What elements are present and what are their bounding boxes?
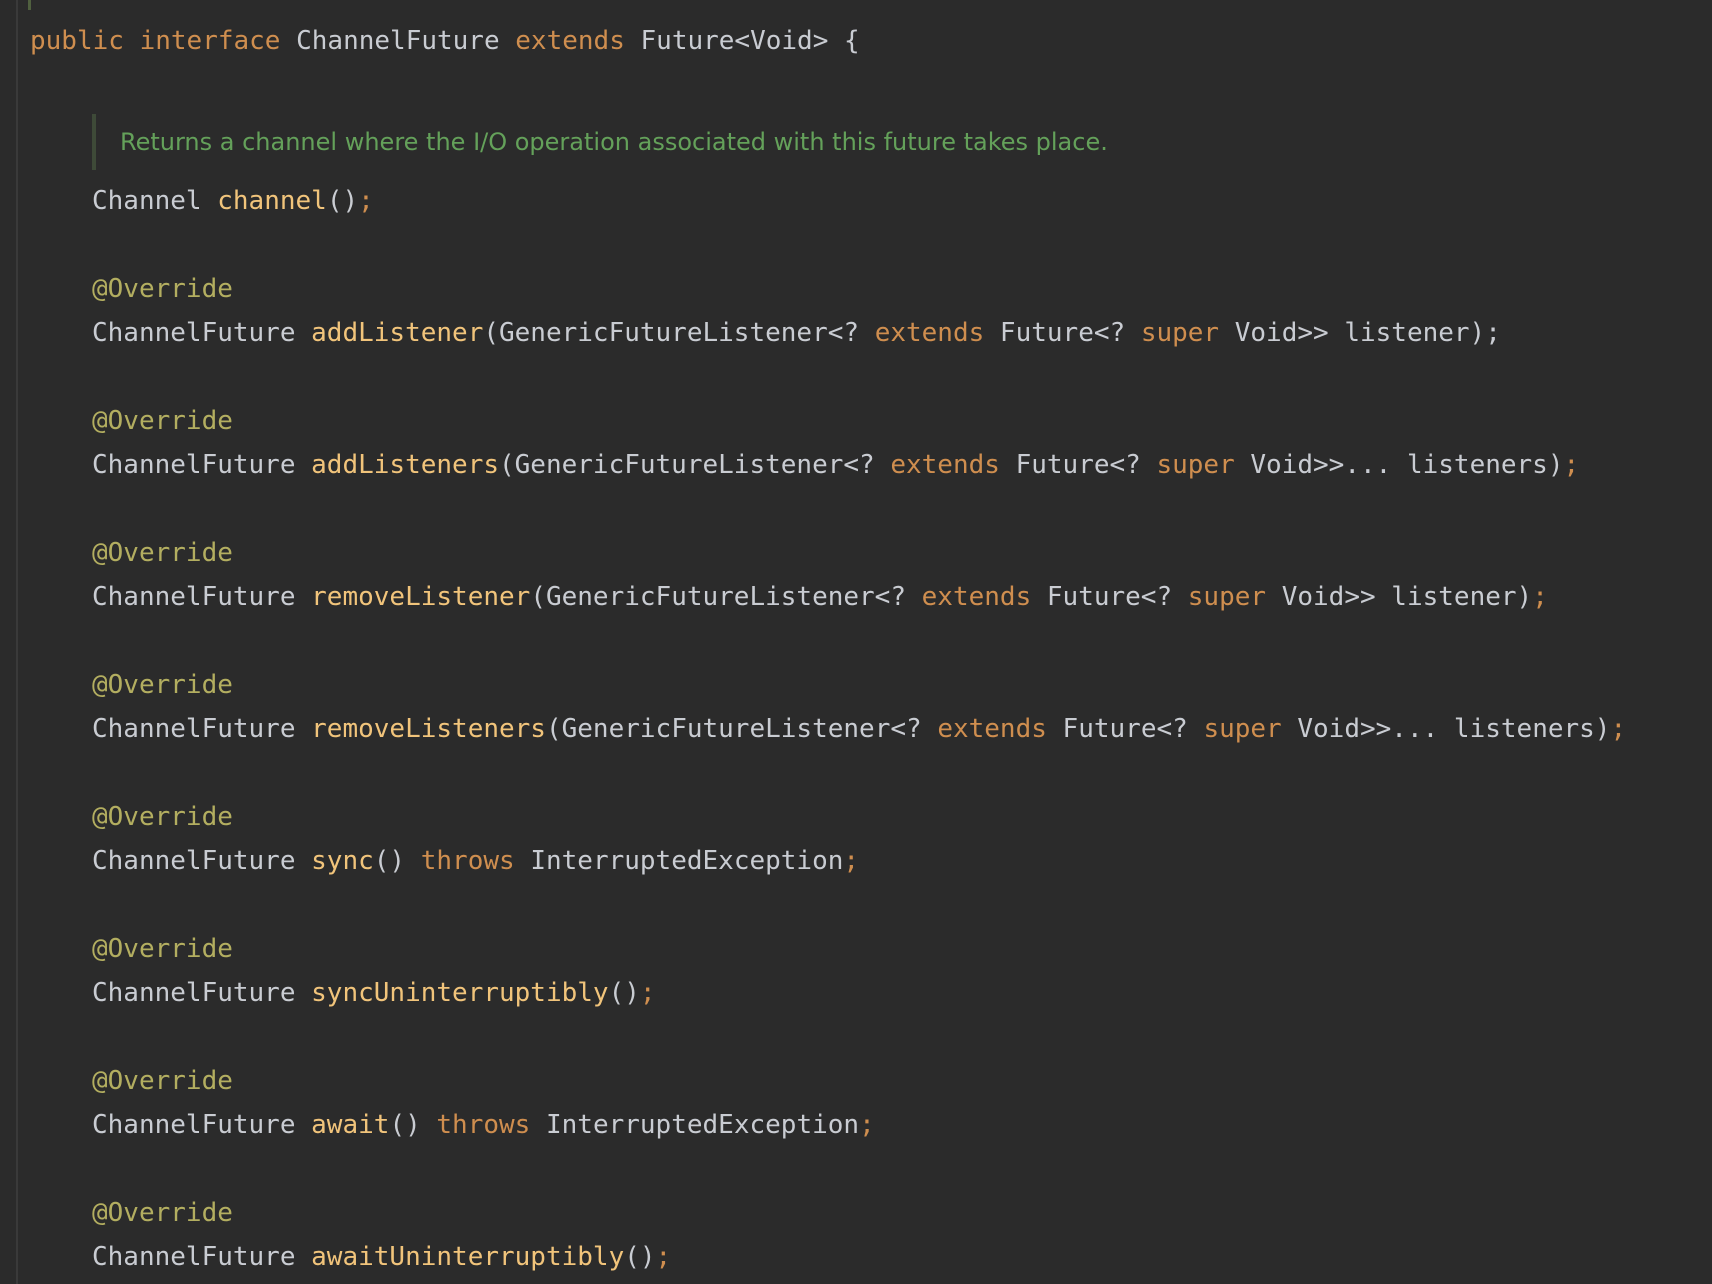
exception-type: InterruptedException <box>545 1110 860 1140</box>
method-name: removeListener <box>311 582 531 612</box>
method-await[interactable]: ChannelFuture await() throws Interrupted… <box>92 1107 875 1143</box>
doc-comment-bar <box>92 114 96 170</box>
params: () <box>326 186 359 216</box>
param-type: (GenericFutureListener<? <box>545 714 922 744</box>
method-name: sync <box>311 846 374 876</box>
method-name: channel <box>217 186 327 216</box>
return-type: ChannelFuture <box>92 846 296 876</box>
annotation-override: @Override <box>92 931 233 967</box>
future-type: Future<? <box>999 318 1126 348</box>
return-type: ChannelFuture <box>92 450 296 480</box>
interface-name: ChannelFuture <box>296 26 500 56</box>
annotation-text: @Override <box>92 1066 233 1096</box>
param-type: (GenericFutureListener<? <box>530 582 906 612</box>
gutter-divider <box>16 0 18 1284</box>
method-name: removeListeners <box>311 714 546 744</box>
return-type: Channel <box>92 186 202 216</box>
change-marker <box>28 0 31 10</box>
method-channel[interactable]: Channel channel(); <box>92 183 374 219</box>
return-type: ChannelFuture <box>92 1242 296 1272</box>
annotation-override: @Override <box>92 271 233 307</box>
annotation-text: @Override <box>92 934 233 964</box>
keyword-super: super <box>1156 450 1235 480</box>
code-editor[interactable]: public interface ChannelFuture extends F… <box>0 0 1712 1284</box>
exception-type: InterruptedException <box>530 846 844 876</box>
param-name: listeners) <box>1453 714 1611 744</box>
param-name: listener); <box>1344 318 1501 348</box>
future-type: Future<? <box>1046 582 1173 612</box>
super-type: Future<Void> <box>640 26 829 56</box>
annotation-text: @Override <box>92 406 233 436</box>
annotation-override: @Override <box>92 1063 233 1099</box>
annotation-text: @Override <box>92 802 233 832</box>
method-name: addListener <box>311 318 484 348</box>
annotation-text: @Override <box>92 1198 233 1228</box>
method-name: awaitUninterruptibly <box>311 1242 625 1272</box>
open-brace: { <box>844 26 860 56</box>
interface-declaration[interactable]: public interface ChannelFuture extends F… <box>30 23 860 59</box>
annotation-override: @Override <box>92 535 233 571</box>
method-addListeners[interactable]: ChannelFuture addListeners(GenericFuture… <box>92 447 1579 483</box>
keyword-extends: extends <box>921 582 1032 612</box>
method-addListener[interactable]: ChannelFuture addListener(GenericFutureL… <box>92 315 1501 351</box>
return-type: ChannelFuture <box>92 978 296 1008</box>
method-removeListeners[interactable]: ChannelFuture removeListeners(GenericFut… <box>92 711 1626 747</box>
annotation-override: @Override <box>92 667 233 703</box>
keyword-super: super <box>1203 714 1282 744</box>
keyword-extends: extends <box>890 450 1000 480</box>
keyword-super: super <box>1187 582 1267 612</box>
method-sync[interactable]: ChannelFuture sync() throws InterruptedE… <box>92 843 859 879</box>
semicolon: ; <box>639 978 656 1008</box>
param-name: listeners) <box>1406 450 1564 480</box>
void-type: Void>> <box>1234 318 1329 348</box>
semicolon: ; <box>358 186 374 216</box>
method-name: addListeners <box>311 450 499 480</box>
param-type: (GenericFutureListener<? <box>483 318 860 348</box>
semicolon: ; <box>1563 450 1580 480</box>
annotation-override: @Override <box>92 1195 233 1231</box>
param-type: (GenericFutureListener<? <box>499 450 875 480</box>
rendered-doc-comment: Returns a channel where the I/O operatio… <box>92 114 1292 170</box>
semicolon: ; <box>859 1110 875 1140</box>
keyword-extends: extends <box>515 26 625 56</box>
void-type: Void>>... <box>1297 714 1439 744</box>
keyword-extends: extends <box>937 714 1047 744</box>
keyword-interface: interface <box>139 26 281 56</box>
params: () <box>624 1242 656 1272</box>
return-type: ChannelFuture <box>92 1110 296 1140</box>
annotation-text: @Override <box>92 670 233 700</box>
annotation-override: @Override <box>92 799 233 835</box>
keyword-super: super <box>1140 318 1220 348</box>
return-type: ChannelFuture <box>92 318 296 348</box>
method-awaitUninterruptibly[interactable]: ChannelFuture awaitUninterruptibly(); <box>92 1239 671 1275</box>
annotation-override: @Override <box>92 403 233 439</box>
params: () <box>608 978 640 1008</box>
method-removeListener[interactable]: ChannelFuture removeListener(GenericFutu… <box>92 579 1548 615</box>
void-type: Void>> <box>1281 582 1376 612</box>
keyword-public: public <box>30 26 124 56</box>
semicolon: ; <box>1610 714 1627 744</box>
method-name: await <box>311 1110 390 1140</box>
param-name: listener) <box>1391 582 1533 612</box>
keyword-extends: extends <box>874 318 985 348</box>
semicolon: ; <box>843 846 860 876</box>
doc-comment-text: Returns a channel where the I/O operatio… <box>120 128 1108 156</box>
return-type: ChannelFuture <box>92 714 296 744</box>
params: () <box>373 846 406 876</box>
future-type: Future<? <box>1062 714 1188 744</box>
semicolon: ; <box>655 1242 672 1272</box>
return-type: ChannelFuture <box>92 582 296 612</box>
keyword-throws: throws <box>420 846 515 876</box>
keyword-throws: throws <box>436 1110 531 1140</box>
annotation-text: @Override <box>92 274 233 304</box>
params: () <box>389 1110 421 1140</box>
method-name: syncUninterruptibly <box>311 978 609 1008</box>
future-type: Future<? <box>1015 450 1141 480</box>
method-syncUninterruptibly[interactable]: ChannelFuture syncUninterruptibly(); <box>92 975 656 1011</box>
void-type: Void>>... <box>1250 450 1392 480</box>
annotation-text: @Override <box>92 538 233 568</box>
semicolon: ; <box>1532 582 1548 612</box>
